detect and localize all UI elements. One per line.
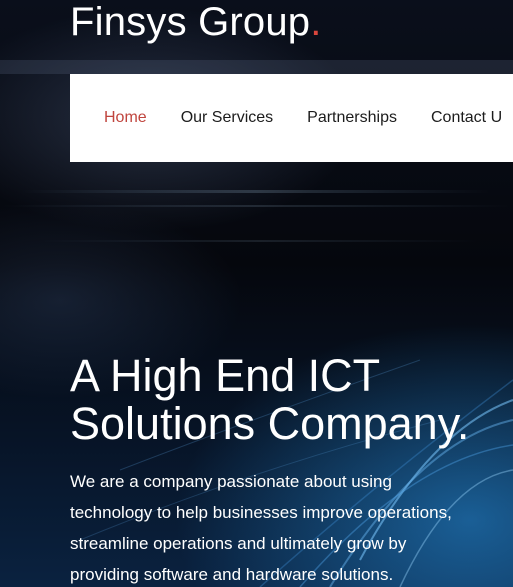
brand-logo[interactable]: Finsys Group. <box>70 0 322 44</box>
hero-title-line-1: A High End ICT <box>70 350 381 401</box>
nav-item-our-services[interactable]: Our Services <box>181 109 273 127</box>
hero-description-line-2: technology to help businesses improve op… <box>70 503 452 522</box>
brand-dot: . <box>310 0 322 44</box>
hero-title: A High End ICT Solutions Company. <box>70 352 469 448</box>
nav-item-contact[interactable]: Contact U <box>431 109 502 127</box>
hero-description: We are a company passionate about using … <box>70 466 510 587</box>
nav-item-partnerships[interactable]: Partnerships <box>307 109 397 127</box>
nav-item-home[interactable]: Home <box>104 109 147 127</box>
hero-description-line-4: providing software and hardware solution… <box>70 565 394 584</box>
hero-description-line-1: We are a company passionate about using <box>70 472 392 491</box>
hero-title-line-2: Solutions Company. <box>70 398 470 449</box>
page: Finsys Group. Home Our Services Partners… <box>0 0 513 587</box>
nav-list: Home Our Services Partnerships Contact U <box>70 74 513 162</box>
brand-name: Finsys Group <box>70 0 311 44</box>
main-navigation: Home Our Services Partnerships Contact U <box>70 74 513 162</box>
hero-description-line-3: streamline operations and ultimately gro… <box>70 534 407 553</box>
